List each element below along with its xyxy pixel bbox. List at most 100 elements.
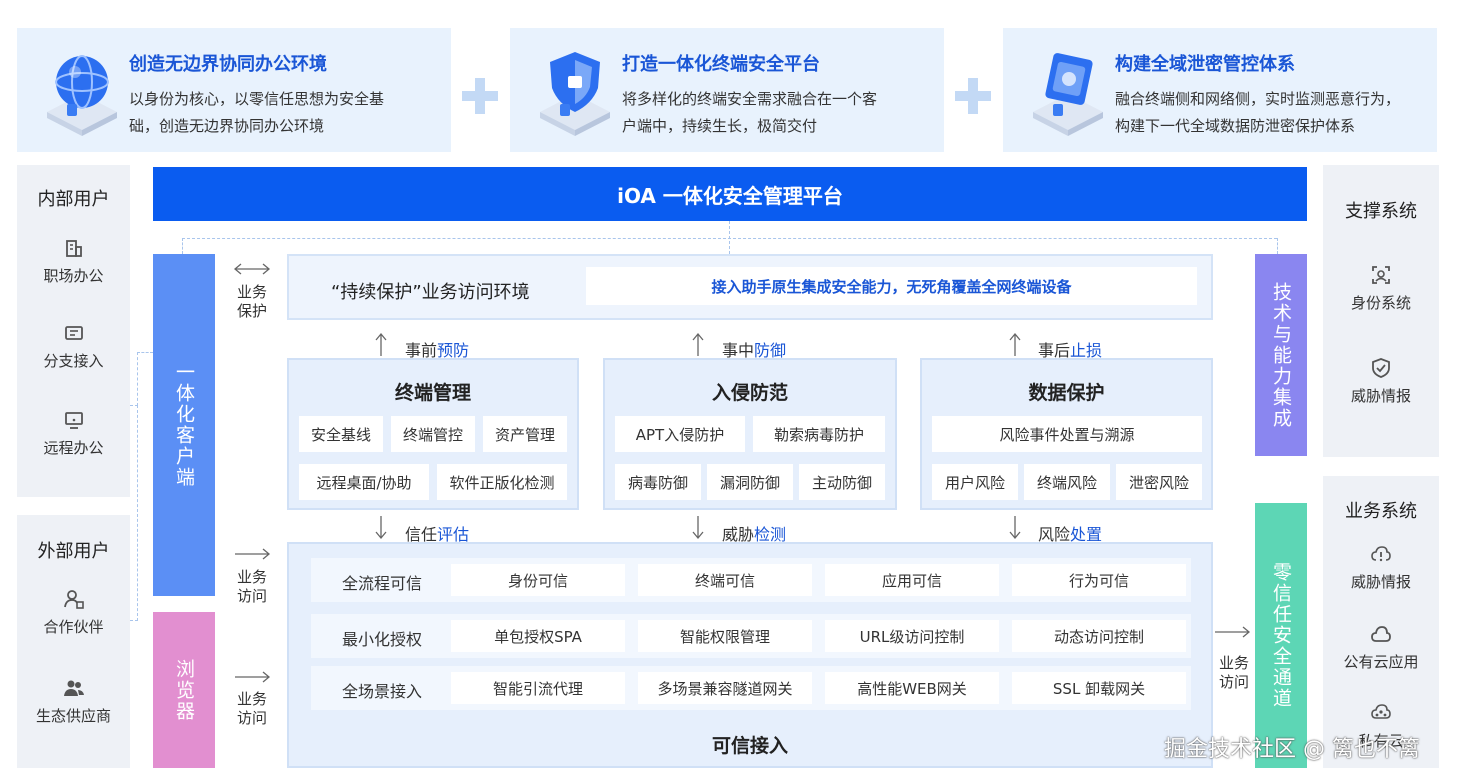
module-chip: 安全基线 bbox=[299, 416, 383, 452]
down-arrow-icon bbox=[1009, 516, 1021, 540]
access-row: 最小化授权 单包授权SPA 智能权限管理 URL级访问控制 动态访问控制 bbox=[311, 614, 1191, 658]
internal-item-office: 职场办公 bbox=[17, 237, 130, 286]
protect-title: “持续保护”业务访问环境 bbox=[331, 282, 530, 303]
access-cell: URL级访问控制 bbox=[825, 620, 999, 652]
module-chip: 资产管理 bbox=[483, 416, 567, 452]
shield-check-icon bbox=[1372, 358, 1390, 378]
module-intrusion-prevention: 入侵防范 APT入侵防护 勒索病毒防护 病毒防御 漏洞防御 主动防御 bbox=[603, 358, 897, 510]
access-cell: 高性能WEB网关 bbox=[825, 672, 999, 704]
module-chip: 终端风险 bbox=[1024, 464, 1110, 500]
business-item-public-cloud: 公有云应用 bbox=[1323, 623, 1439, 672]
right-arrow-icon bbox=[1215, 626, 1251, 638]
panel-title: 业务系统 bbox=[1345, 501, 1417, 522]
access-row: 全场景接入 智能引流代理 多场景兼容隧道网关 高性能WEB网关 SSL 卸载网关 bbox=[311, 666, 1191, 710]
plus-icon bbox=[955, 78, 991, 114]
module-chip: 风险事件处置与溯源 bbox=[932, 416, 1202, 452]
access-cell: 身份可信 bbox=[451, 564, 625, 596]
right-arrow-icon bbox=[235, 548, 271, 560]
platform-connector bbox=[729, 221, 730, 254]
business-item-threat-intel: 威胁情报 bbox=[1323, 543, 1439, 592]
module-chip: 泄密风险 bbox=[1116, 464, 1202, 500]
access-side-label: 业务访问 bbox=[236, 690, 267, 727]
card-title: 打造一体化终端安全平台 bbox=[622, 54, 820, 75]
protect-side-label: 业务保护 bbox=[236, 283, 267, 320]
card-desc: 将多样化的终端安全需求融合在一个客 户端中，持续生长，极简交付 bbox=[622, 90, 878, 135]
external-item-partner: 合作伙伴 bbox=[17, 588, 130, 637]
access-right-label: 业务访问 bbox=[1218, 654, 1249, 691]
access-cell: SSL 卸载网关 bbox=[1012, 672, 1186, 704]
module-chip: APT入侵防护 bbox=[615, 416, 745, 452]
branch-card-icon bbox=[64, 326, 83, 340]
top-card-3: 构建全域泄密管控体系 融合终端侧和网络侧，实时监测恶意行为， 构建下一代全域数据… bbox=[1003, 28, 1437, 152]
internal-users-panel: 内部用户 职场办公 分支接入 远程办公 bbox=[17, 165, 130, 497]
watermark: 掘金技术社区 @ 篱也不篱 bbox=[1164, 737, 1420, 762]
monitor-icon bbox=[64, 412, 83, 429]
internal-item-remote: 远程办公 bbox=[17, 409, 130, 458]
browser-bar: 浏览器 bbox=[153, 612, 215, 768]
partner-icon bbox=[63, 590, 84, 609]
double-arrow-icon bbox=[233, 263, 271, 275]
trusted-access-box: 全流程可信 身份可信 终端可信 应用可信 行为可信 最小化授权 单包授权SPA … bbox=[287, 542, 1213, 768]
client-bar: 一体化客户端 bbox=[153, 254, 215, 596]
building-icon bbox=[65, 240, 82, 257]
module-chip: 远程桌面/协助 bbox=[299, 464, 429, 500]
left-connector bbox=[137, 352, 153, 353]
support-item-threat-intel: 威胁情报 bbox=[1323, 357, 1439, 406]
module-title: 数据保护 bbox=[1028, 382, 1105, 404]
face-scan-icon bbox=[1372, 266, 1390, 284]
card-desc: 融合终端侧和网络侧，实时监测恶意行为， 构建下一代全域数据防泄密保护体系 bbox=[1115, 90, 1401, 135]
card-title: 创造无边界协同办公环境 bbox=[129, 54, 327, 75]
cloud-network-icon bbox=[1371, 704, 1391, 719]
access-cell: 智能引流代理 bbox=[451, 672, 625, 704]
up-arrow-icon bbox=[375, 332, 387, 356]
access-cell: 多场景兼容隧道网关 bbox=[638, 672, 812, 704]
access-cell: 终端可信 bbox=[638, 564, 812, 596]
module-chip: 软件正版化检测 bbox=[437, 464, 567, 500]
protect-highlight: 接入助手原生集成安全能力，无死角覆盖全网终端设备 bbox=[586, 267, 1197, 305]
module-chip: 终端管控 bbox=[391, 416, 475, 452]
group-icon bbox=[63, 680, 84, 696]
down-arrow-icon bbox=[692, 516, 704, 540]
support-systems-panel: 支撑系统 身份系统 威胁情报 bbox=[1323, 165, 1439, 457]
business-systems-panel: 业务系统 威胁情报 公有云应用 私有云 bbox=[1323, 476, 1439, 768]
card-desc: 以身份为核心，以零信任思想为安全基 础，创造无边界协同办公环境 bbox=[129, 90, 385, 135]
right-arrow-icon bbox=[235, 671, 271, 683]
access-cell: 行为可信 bbox=[1012, 564, 1186, 596]
top-card-2: 打造一体化终端安全平台 将多样化的终端安全需求融合在一个客 户端中，持续生长，极… bbox=[510, 28, 944, 152]
left-connector bbox=[137, 352, 138, 406]
tech-bar: 技术与能力集成 bbox=[1255, 254, 1307, 456]
access-row: 全流程可信 身份可信 终端可信 应用可信 行为可信 bbox=[311, 558, 1191, 602]
access-cell: 动态访问控制 bbox=[1012, 620, 1186, 652]
access-cell: 智能权限管理 bbox=[638, 620, 812, 652]
globe-illustration-icon bbox=[47, 55, 117, 136]
top-card-1: 创造无边界协同办公环境 以身份为核心，以零信任思想为安全基 础，创造无边界协同办… bbox=[17, 28, 451, 152]
module-chip: 漏洞防御 bbox=[707, 464, 793, 500]
access-row-label: 全场景接入 bbox=[341, 682, 422, 701]
panel-title: 支撑系统 bbox=[1345, 201, 1417, 222]
module-chip: 勒索病毒防护 bbox=[753, 416, 885, 452]
platform-connector bbox=[1277, 238, 1278, 254]
module-title: 终端管理 bbox=[394, 382, 471, 404]
cloud-alert-icon bbox=[1371, 546, 1391, 562]
module-chip: 病毒防御 bbox=[615, 464, 701, 500]
data-cube-illustration-icon bbox=[1033, 53, 1103, 136]
cloud-icon bbox=[1371, 626, 1391, 642]
access-row-label: 最小化授权 bbox=[341, 630, 422, 649]
up-arrow-icon bbox=[1009, 332, 1021, 356]
module-chip: 用户风险 bbox=[932, 464, 1018, 500]
panel-title: 外部用户 bbox=[37, 541, 110, 562]
down-arrow-icon bbox=[375, 516, 387, 540]
access-cell: 应用可信 bbox=[825, 564, 999, 596]
external-item-supplier: 生态供应商 bbox=[17, 677, 130, 726]
panel-title: 内部用户 bbox=[37, 189, 110, 210]
access-side-label: 业务访问 bbox=[236, 568, 267, 605]
plus-icon bbox=[462, 78, 498, 114]
platform-title-bar: iOA 一体化安全管理平台 bbox=[153, 167, 1307, 221]
shield-illustration-icon bbox=[540, 52, 610, 136]
up-arrow-icon bbox=[692, 332, 704, 356]
zero-trust-bar: 零信任安全通道 bbox=[1255, 503, 1307, 768]
continuous-protect-box: “持续保护”业务访问环境 接入助手原生集成安全能力，无死角覆盖全网终端设备 bbox=[287, 254, 1213, 320]
card-title: 构建全域泄密管控体系 bbox=[1115, 54, 1295, 75]
access-row-label: 全流程可信 bbox=[341, 574, 422, 593]
module-title: 入侵防范 bbox=[711, 382, 788, 404]
